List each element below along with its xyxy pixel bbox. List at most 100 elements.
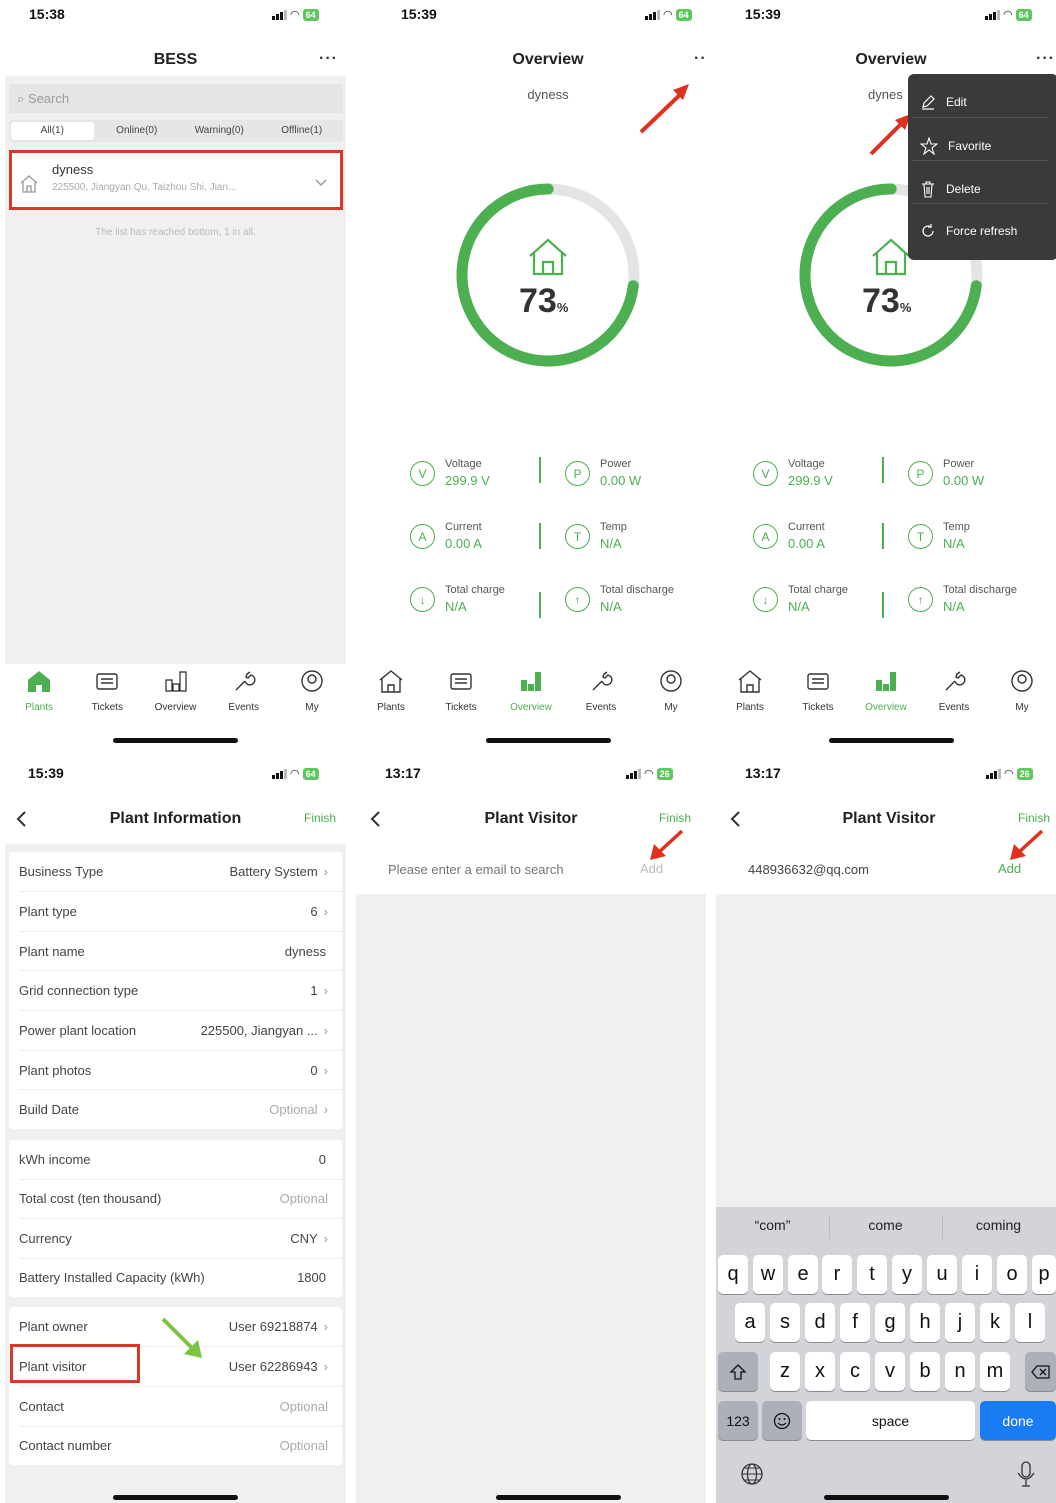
key-g[interactable]: g [875,1303,905,1342]
key-a[interactable]: a [735,1303,765,1342]
row-plant-type[interactable]: Plant type 6 › [9,892,342,931]
tickets-icon [96,673,118,690]
row-plant-name[interactable]: Plant name dyness [9,932,342,971]
key-t[interactable]: t [857,1255,887,1294]
divider [882,592,884,618]
key-m[interactable]: m [980,1352,1010,1391]
suggestion-3[interactable]: coming [942,1217,1055,1233]
chevron-right-icon: › [323,1231,328,1246]
email-search-input[interactable] [748,858,978,880]
finish-button[interactable]: Finish [304,811,336,825]
menu-force-refresh[interactable]: Force refresh [920,223,1017,239]
row-total-cost[interactable]: Total cost (ten thousand) Optional [9,1179,342,1218]
key-s[interactable]: s [770,1303,800,1342]
filter-offline[interactable]: Offline(1) [261,120,344,142]
globe-icon[interactable] [738,1462,766,1488]
email-search-input[interactable] [388,858,618,880]
row-kwh-income[interactable]: kWh income 0 [9,1140,342,1179]
key-x[interactable]: x [805,1352,835,1391]
more-menu-button[interactable]: ··· [319,50,338,68]
more-menu-button[interactable]: ··· [1036,50,1055,68]
row-build-date[interactable]: Build Date Optional › [9,1090,342,1129]
key-l[interactable]: l [1015,1303,1045,1342]
metric-total-charge: ↓ Total charge N/A [410,584,505,614]
key-o[interactable]: o [997,1255,1027,1294]
row-plant-photos[interactable]: Plant photos 0 › [9,1051,342,1090]
filter-online[interactable]: Online(0) [96,120,179,142]
chevron-down-icon[interactable] [315,179,327,187]
emoji-key[interactable] [762,1401,802,1440]
row-contact-number[interactable]: Contact number Optional [9,1426,342,1465]
tab-plants[interactable]: Plants [716,664,784,724]
key-c[interactable]: c [840,1352,870,1391]
key-w[interactable]: w [753,1255,783,1294]
key-n[interactable]: n [945,1352,975,1391]
menu-favorite[interactable]: Favorite [920,137,991,155]
tab-overview[interactable]: Overview [141,664,209,724]
metric-voltage: V Voltage 299.9 V [753,458,833,488]
filter-warning[interactable]: Warning(0) [178,120,261,142]
microphone-icon[interactable] [1015,1460,1037,1488]
page-title: Overview [512,51,584,68]
row-business-type[interactable]: Business Type Battery System › [9,852,342,891]
tab-tickets[interactable]: Tickets [784,664,852,724]
tab-my[interactable]: My [988,664,1056,724]
done-key[interactable]: done [980,1401,1056,1440]
plant-list-item[interactable]: dyness 225500, Jiangyan Qu, Taizhou Shi,… [9,150,343,210]
search-input[interactable]: ⌕ Search [9,84,343,113]
metric-total-charge: ↓ Total charge N/A [753,584,848,614]
tab-events[interactable]: Events [210,664,278,724]
space-key[interactable]: space [806,1401,975,1440]
finish-button[interactable]: Finish [1018,811,1050,825]
shift-key[interactable] [718,1352,758,1391]
tab-overview[interactable]: Overview [852,664,920,724]
key-y[interactable]: y [892,1255,922,1294]
key-f[interactable]: f [840,1303,870,1342]
suggestion-2[interactable]: come [829,1217,942,1233]
key-r[interactable]: r [822,1255,852,1294]
tab-events[interactable]: Events [566,664,636,724]
tab-my[interactable]: My [278,664,346,724]
menu-edit[interactable]: Edit [920,94,967,110]
metric-label: Total charge [788,584,848,596]
row-grid-connection-type[interactable]: Grid connection type 1 › [9,971,342,1010]
key-h[interactable]: h [910,1303,940,1342]
key-p[interactable]: p [1032,1255,1056,1294]
tab-events[interactable]: Events [920,664,988,724]
key-i[interactable]: i [962,1255,992,1294]
tab-my[interactable]: My [636,664,706,724]
backspace-key[interactable] [1025,1352,1056,1391]
menu-delete[interactable]: Delete [920,180,981,198]
home-filled-icon [28,671,51,692]
key-u[interactable]: u [927,1255,957,1294]
key-j[interactable]: j [945,1303,975,1342]
tab-plants[interactable]: Plants [356,664,426,724]
row-battery-capacity[interactable]: Battery Installed Capacity (kWh) 1800 [9,1258,342,1297]
row-contact[interactable]: Contact Optional [9,1387,342,1426]
row-currency[interactable]: Currency CNY › [9,1219,342,1258]
divider [539,457,541,483]
numbers-key[interactable]: 123 [718,1401,758,1440]
key-v[interactable]: v [875,1352,905,1391]
filter-all[interactable]: All(1) [11,122,94,140]
tab-overview[interactable]: Overview [496,664,566,724]
key-b[interactable]: b [910,1352,940,1391]
home-indicator [113,1495,238,1500]
tab-tickets[interactable]: Tickets [73,664,141,724]
key-d[interactable]: d [805,1303,835,1342]
key-q[interactable]: q [718,1255,748,1294]
list-end-text: The list has reached bottom, 1 in all. [95,227,256,238]
key-k[interactable]: k [980,1303,1010,1342]
signal-icon [272,768,287,779]
suggestion-1[interactable]: “com” [716,1217,829,1233]
more-menu-button[interactable]: ··· [694,50,706,68]
key-z[interactable]: z [770,1352,800,1391]
more-actions-menu: Edit Favorite Delete Force refresh [908,74,1056,260]
refresh-icon [922,224,934,237]
tab-tickets[interactable]: Tickets [426,664,496,724]
finish-button[interactable]: Finish [659,811,691,825]
annotation-arrow-red [1010,829,1044,860]
row-plant-location[interactable]: Power plant location 225500, Jiangyan ...… [9,1011,342,1050]
key-e[interactable]: e [788,1255,818,1294]
tab-plants[interactable]: Plants [5,664,73,724]
